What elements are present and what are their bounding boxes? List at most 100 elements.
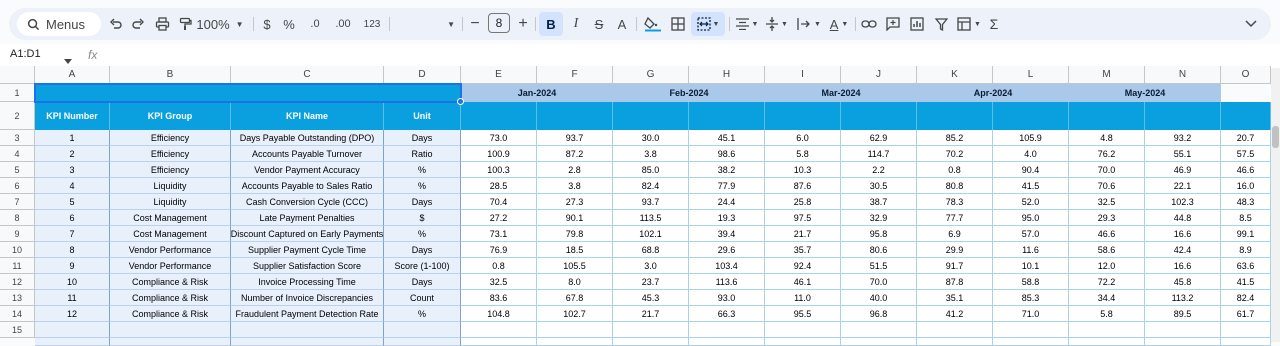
- scrollbar-thumb[interactable]: [1272, 126, 1279, 148]
- kpi-group-cell[interactable]: Efficiency: [110, 130, 231, 146]
- value-cell[interactable]: 93.7: [537, 130, 613, 146]
- value-cell[interactable]: 6.0: [765, 130, 841, 146]
- kpi-group-header[interactable]: KPI Group: [110, 102, 231, 130]
- value-cell[interactable]: 3.8: [537, 178, 613, 194]
- value-cell[interactable]: 35.1: [917, 290, 993, 306]
- strikethrough-button[interactable]: S: [590, 12, 608, 36]
- kpi-number-cell[interactable]: 8: [35, 242, 110, 258]
- kpi-group-cell[interactable]: Vendor Performance: [110, 242, 231, 258]
- kpi-number-cell[interactable]: 5: [35, 194, 110, 210]
- sub-header-cell[interactable]: [613, 102, 689, 130]
- value-cell[interactable]: 99.1: [1221, 226, 1271, 242]
- italic-button[interactable]: I: [567, 12, 585, 36]
- kpi-name-cell[interactable]: Supplier Payment Cycle Time: [231, 242, 384, 258]
- unit-cell[interactable]: Days: [384, 274, 461, 290]
- value-cell[interactable]: 0.8: [917, 162, 993, 178]
- value-cell[interactable]: 39.4: [689, 226, 765, 242]
- value-cell[interactable]: 35.7: [765, 242, 841, 258]
- value-cell[interactable]: 76.9: [461, 242, 537, 258]
- value-cell[interactable]: 77.9: [689, 178, 765, 194]
- value-cell[interactable]: 57.5: [1221, 146, 1271, 162]
- column-header-k[interactable]: K: [917, 66, 993, 84]
- value-cell[interactable]: 16.6: [1145, 226, 1221, 242]
- value-cell[interactable]: 6.9: [917, 226, 993, 242]
- text-rotation-icon[interactable]: A ▼: [825, 12, 853, 36]
- value-cell[interactable]: 44.8: [1145, 210, 1221, 226]
- value-cell[interactable]: 58.8: [993, 274, 1069, 290]
- value-cell[interactable]: 10.1: [993, 258, 1069, 274]
- paint-format-icon[interactable]: [176, 12, 194, 36]
- value-cell[interactable]: 91.7: [917, 258, 993, 274]
- kpi-name-cell[interactable]: Discount Captured on Early Payments: [231, 226, 384, 242]
- insert-comment-icon[interactable]: [883, 12, 903, 36]
- unit-cell[interactable]: %: [384, 178, 461, 194]
- empty-cell[interactable]: [1221, 322, 1271, 338]
- value-cell[interactable]: 105.5: [537, 258, 613, 274]
- kpi-number-cell[interactable]: 3: [35, 162, 110, 178]
- empty-cell[interactable]: [231, 322, 384, 338]
- kpi-group-cell[interactable]: Compliance & Risk: [110, 274, 231, 290]
- value-cell[interactable]: 24.4: [689, 194, 765, 210]
- row-header-12[interactable]: 12: [0, 274, 35, 290]
- value-cell[interactable]: 40.0: [841, 290, 917, 306]
- value-cell[interactable]: 45.1: [689, 130, 765, 146]
- value-cell[interactable]: 23.7: [613, 274, 689, 290]
- value-cell[interactable]: 95.5: [765, 306, 841, 322]
- unit-cell[interactable]: %: [384, 162, 461, 178]
- column-header-j[interactable]: J: [841, 66, 917, 84]
- value-cell[interactable]: 58.6: [1069, 242, 1145, 258]
- empty-cell[interactable]: [1145, 338, 1221, 346]
- value-cell[interactable]: 38.7: [841, 194, 917, 210]
- bold-button[interactable]: B: [539, 12, 563, 36]
- value-cell[interactable]: 73.0: [461, 130, 537, 146]
- kpi-group-cell[interactable]: Efficiency: [110, 146, 231, 162]
- row-header-14[interactable]: 14: [0, 306, 35, 322]
- value-cell[interactable]: 93.0: [689, 290, 765, 306]
- unit-cell[interactable]: Count: [384, 290, 461, 306]
- empty-cell[interactable]: [110, 338, 231, 346]
- value-cell[interactable]: 11.0: [765, 290, 841, 306]
- value-cell[interactable]: 102.3: [1145, 194, 1221, 210]
- kpi-group-cell[interactable]: Cost Management: [110, 210, 231, 226]
- sub-header-cell[interactable]: [993, 102, 1069, 130]
- value-cell[interactable]: 2.2: [841, 162, 917, 178]
- kpi-number-cell[interactable]: 9: [35, 258, 110, 274]
- column-header-i[interactable]: I: [765, 66, 841, 84]
- value-cell[interactable]: 80.6: [841, 242, 917, 258]
- value-cell[interactable]: 41.5: [993, 178, 1069, 194]
- value-cell[interactable]: 102.7: [537, 306, 613, 322]
- value-cell[interactable]: 46.6: [1221, 162, 1271, 178]
- value-cell[interactable]: 42.4: [1145, 242, 1221, 258]
- kpi-name-header[interactable]: KPI Name: [231, 102, 384, 130]
- kpi-name-cell[interactable]: Number of Invoice Discrepancies: [231, 290, 384, 306]
- value-cell[interactable]: 16.0: [1221, 178, 1271, 194]
- value-cell[interactable]: 41.2: [917, 306, 993, 322]
- value-cell[interactable]: 98.6: [689, 146, 765, 162]
- value-cell[interactable]: 22.1: [1145, 178, 1221, 194]
- unit-cell[interactable]: %: [384, 226, 461, 242]
- horizontal-align-icon[interactable]: ▼: [733, 12, 761, 36]
- value-cell[interactable]: 100.3: [461, 162, 537, 178]
- empty-cell[interactable]: [537, 338, 613, 346]
- value-cell[interactable]: 76.2: [1069, 146, 1145, 162]
- value-cell[interactable]: 82.4: [1221, 290, 1271, 306]
- column-header-h[interactable]: H: [689, 66, 765, 84]
- empty-cell[interactable]: [993, 338, 1069, 346]
- empty-cell[interactable]: [35, 338, 110, 346]
- value-cell[interactable]: 102.1: [613, 226, 689, 242]
- unit-cell[interactable]: Score (1-100): [384, 258, 461, 274]
- unit-cell[interactable]: Ratio: [384, 146, 461, 162]
- column-header-n[interactable]: N: [1145, 66, 1221, 84]
- value-cell[interactable]: 92.4: [765, 258, 841, 274]
- empty-cell[interactable]: [231, 338, 384, 346]
- value-cell[interactable]: 48.3: [1221, 194, 1271, 210]
- value-cell[interactable]: 72.2: [1069, 274, 1145, 290]
- sub-header-cell[interactable]: [689, 102, 765, 130]
- value-cell[interactable]: 10.3: [765, 162, 841, 178]
- value-cell[interactable]: 71.0: [993, 306, 1069, 322]
- kpi-number-cell[interactable]: 10: [35, 274, 110, 290]
- sub-header-cell[interactable]: [765, 102, 841, 130]
- value-cell[interactable]: 12.0: [1069, 258, 1145, 274]
- month-header[interactable]: Feb-2024: [613, 84, 765, 102]
- kpi-name-cell[interactable]: Days Payable Outstanding (DPO): [231, 130, 384, 146]
